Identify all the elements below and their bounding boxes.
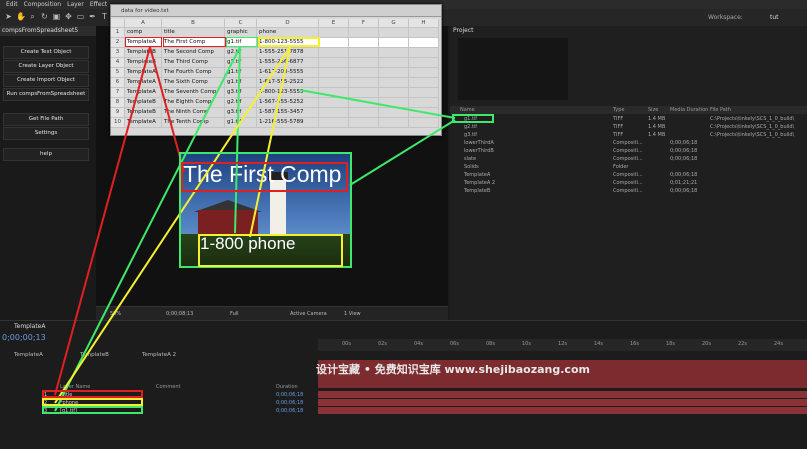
highlight-project-item <box>452 114 494 123</box>
annotation-line <box>349 119 456 186</box>
highlight-phone-cell <box>258 37 320 47</box>
highlight-layer-title <box>42 390 143 398</box>
highlight-phone-text <box>198 234 343 267</box>
annotation-line <box>299 89 456 119</box>
highlight-title-cell <box>163 37 226 47</box>
highlight-layer-phone <box>42 398 143 406</box>
annotation-overlay <box>54 46 456 412</box>
highlight-layer-graphic <box>42 406 143 414</box>
highlight-comp-cell <box>125 37 162 47</box>
highlight-graphic-cell <box>226 37 258 47</box>
highlight-title-text <box>181 162 348 192</box>
annotation-line <box>54 46 151 396</box>
